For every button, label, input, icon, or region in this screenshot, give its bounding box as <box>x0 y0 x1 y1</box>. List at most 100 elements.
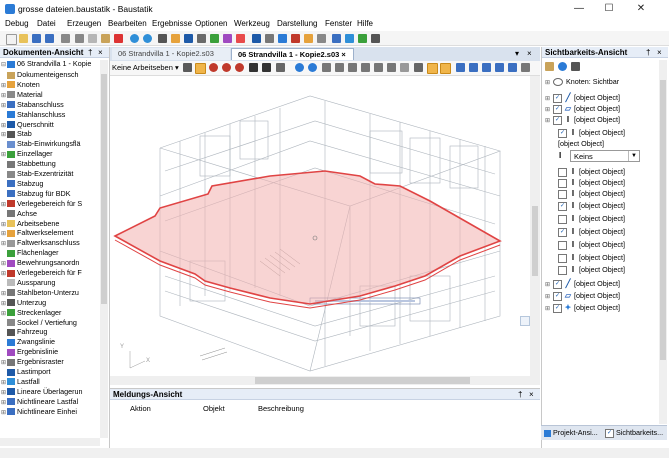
chevron-down-icon[interactable]: ▼ <box>628 151 639 161</box>
tree-item[interactable]: ⊞ Unterzug <box>0 298 100 308</box>
maximize-button[interactable]: ☐ <box>596 1 622 16</box>
visibility-checkbox[interactable] <box>558 178 567 188</box>
visibility-checkbox[interactable]: ✓ <box>558 128 567 138</box>
tab-projekt-ansicht[interactable]: Projekt-Ansi... <box>544 428 598 437</box>
tree-item[interactable]: ⊞ Lastfall <box>0 377 100 387</box>
column-beschreibung[interactable]: Beschreibung <box>258 404 304 413</box>
info-icon[interactable] <box>345 34 354 43</box>
visibility-item[interactable]: I [object Object] <box>558 177 657 188</box>
layer-icon[interactable] <box>332 34 341 43</box>
transparent-icon[interactable] <box>440 63 451 74</box>
expand-icon[interactable]: ⊞ <box>0 289 7 298</box>
node-icon[interactable] <box>171 34 180 43</box>
visibility-item[interactable]: I [object Object] <box>558 239 657 250</box>
annotate-icon[interactable] <box>508 63 517 72</box>
expand-icon[interactable]: ⊞ <box>545 78 553 87</box>
expand-icon[interactable]: ⊞ <box>0 101 7 110</box>
tree-item[interactable]: ⊞ Knoten <box>0 80 100 90</box>
save-all-icon[interactable] <box>45 34 54 43</box>
save-icon[interactable] <box>32 34 41 43</box>
report-icon[interactable] <box>371 34 380 43</box>
tab-sichtbarkeits-ansicht[interactable]: ✓ Sichtbarkeits... <box>605 428 663 438</box>
measure-icon[interactable] <box>482 63 491 72</box>
viewport-horizontal-scrollbar[interactable] <box>110 376 530 385</box>
view-icon[interactable] <box>278 34 287 43</box>
tree-item[interactable]: Ergebnislinie <box>0 347 100 357</box>
visibility-checkbox[interactable]: ✓ <box>553 303 562 313</box>
zoom-select-icon[interactable] <box>195 63 206 74</box>
tree-item[interactable]: Stabzug für BDK <box>0 189 100 199</box>
tree-item[interactable]: ⊞ Faltwerksanschluss <box>0 238 100 248</box>
expand-icon[interactable]: ⊞ <box>0 229 7 238</box>
visibility-checkbox[interactable]: ✓ <box>553 291 562 301</box>
tree-item[interactable]: ⊞ Stabanschluss <box>0 100 100 110</box>
tree-item[interactable]: ⊞ Material <box>0 90 100 100</box>
expand-icon[interactable]: ⊞ <box>545 116 553 125</box>
redo-icon[interactable] <box>143 34 152 43</box>
workplane-select[interactable]: Keine Arbeitseben ▾ <box>112 63 179 72</box>
menu-werkzeug[interactable]: Werkzeug <box>234 19 270 28</box>
visibility-checkbox[interactable]: ✓ <box>553 93 562 103</box>
expand-icon[interactable]: ⊞ <box>0 81 7 90</box>
visibility-item[interactable]: ⊞ ✓ ▱ [object Object] <box>545 290 657 301</box>
visibility-knoten-row[interactable]: ⊞ Knoten: Sichtbar <box>545 76 619 87</box>
tree-item[interactable]: ⊞ Nichtlineare Einhei <box>0 407 100 417</box>
result-icon[interactable] <box>236 34 245 43</box>
expand-icon[interactable]: ⊞ <box>0 388 7 397</box>
tree-item[interactable]: Stahlanschluss <box>0 110 100 120</box>
shaded-icon[interactable] <box>427 63 438 74</box>
expand-icon[interactable]: ⊞ <box>0 200 7 209</box>
tree-item[interactable]: ⊞ Bewehrungsanordn <box>0 258 100 268</box>
expand-icon[interactable]: ⊞ <box>0 150 7 159</box>
visibility-checkbox[interactable] <box>558 240 567 250</box>
expand-icon[interactable]: ⊞ <box>545 105 553 114</box>
visibility-item[interactable]: I [object Object] <box>558 166 657 177</box>
support-icon[interactable] <box>197 34 206 43</box>
visibility-item[interactable]: ✓ I [object Object] <box>558 226 657 237</box>
fit-icon[interactable] <box>276 63 285 72</box>
menu-debug[interactable]: Debug <box>5 19 29 28</box>
tree-item[interactable]: Zwangslinie <box>0 337 100 347</box>
tree-item[interactable]: ⊞ Arbeitsebene <box>0 219 100 229</box>
grid-toggle-icon[interactable] <box>400 63 409 72</box>
tree-item[interactable]: ⊞ Verlegebereich für S <box>0 199 100 209</box>
close-pane-icon[interactable]: × <box>98 47 103 58</box>
expand-icon[interactable]: ⊞ <box>545 94 553 103</box>
wireframe-icon[interactable] <box>414 63 423 72</box>
tree-item[interactable]: ⊞ Faltwerkselement <box>0 228 100 238</box>
visibility-pin-icon[interactable]: † <box>646 47 650 58</box>
3d-viewport[interactable]: Y X <box>110 76 540 376</box>
expand-icon[interactable]: ⊞ <box>0 220 7 229</box>
folder-icon[interactable] <box>545 62 554 71</box>
visibility-item[interactable]: I [object Object] <box>558 252 657 263</box>
tree-item[interactable]: ⊞ Einzellager <box>0 149 100 159</box>
messages-pin-icon[interactable]: † <box>518 389 522 400</box>
close-button[interactable]: ✕ <box>628 1 654 16</box>
expand-icon[interactable]: ⊞ <box>0 239 7 248</box>
expand-icon[interactable]: ⊞ <box>545 304 553 313</box>
left-horizontal-scrollbar[interactable] <box>0 438 100 446</box>
messages-close-icon[interactable]: × <box>529 389 534 400</box>
viewport-vscroll-thumb[interactable] <box>532 206 538 276</box>
tree-item[interactable]: Lastimport <box>0 367 100 377</box>
tree-item[interactable]: Stabzug <box>0 179 100 189</box>
visibility-checkbox[interactable]: ✓ <box>553 104 562 114</box>
visibility-checkbox[interactable] <box>558 189 567 199</box>
new-file-icon[interactable] <box>6 34 17 45</box>
visibility-item[interactable]: ⊞ ✓ ▱ [object Object] <box>545 103 657 114</box>
tree-item[interactable]: ⊞ Stahlbeton-Unterzu <box>0 288 100 298</box>
visibility-item[interactable]: I [object Object] <box>558 264 657 275</box>
delete-icon[interactable] <box>114 34 123 43</box>
koordinatensystem-select[interactable]: Keins ▼ <box>570 150 640 162</box>
zoom-in-icon[interactable] <box>209 63 218 72</box>
more-tools-icon[interactable] <box>521 63 530 72</box>
menu-datei[interactable]: Datei <box>37 19 56 28</box>
pan-icon[interactable] <box>249 63 258 72</box>
left-vertical-scrollbar[interactable] <box>100 60 108 438</box>
tree-item[interactable]: ⊞ Querschnitt <box>0 120 100 130</box>
minimize-button[interactable]: — <box>566 1 592 16</box>
tab-close-all-icon[interactable]: × <box>527 49 532 58</box>
menu-optionen[interactable]: Optionen <box>195 19 227 28</box>
next-view-icon[interactable] <box>308 63 317 72</box>
view-side-icon[interactable] <box>348 63 357 72</box>
